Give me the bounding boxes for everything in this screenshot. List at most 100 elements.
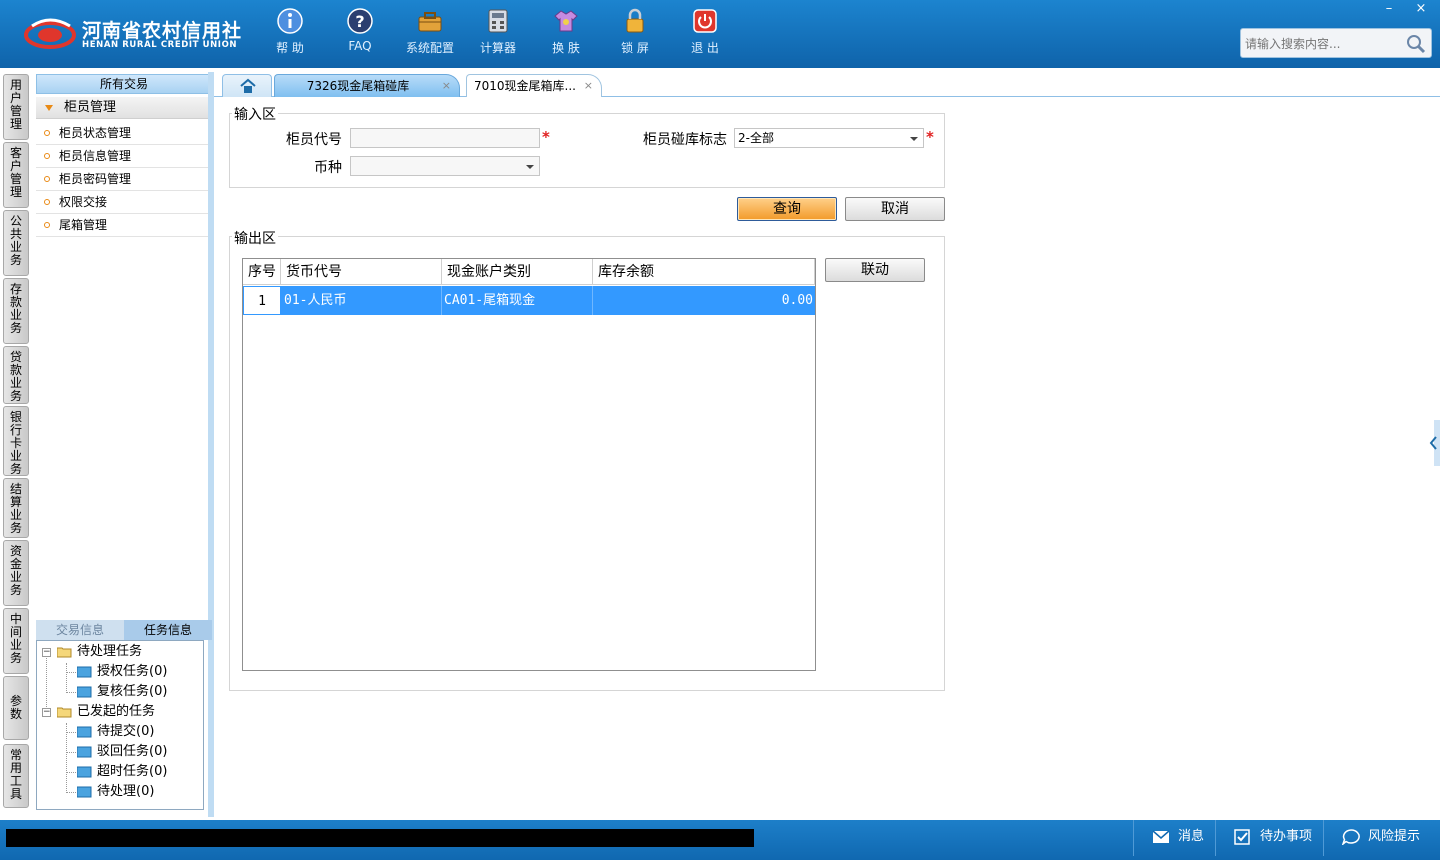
tree-node-to-process[interactable]: 待处理(0) (77, 783, 154, 801)
tree-node-label: 复核任务(0) (97, 684, 168, 699)
exit-button[interactable]: 退 出 (670, 8, 740, 60)
todo-button[interactable]: 待办事项 (1215, 820, 1323, 856)
faq-button[interactable]: ? FAQ (325, 8, 395, 60)
menu-item-label: 柜员状态管理 (59, 126, 132, 140)
change-skin-button[interactable]: 换 肤 (531, 8, 601, 60)
vtab-settlement-business[interactable]: 结算业务 (3, 478, 29, 538)
minimize-button[interactable]: – (1374, 0, 1404, 18)
search-box (1240, 28, 1432, 58)
close-tab-icon[interactable]: × (442, 75, 451, 97)
vtab-deposit-business[interactable]: 存款业务 (3, 278, 29, 344)
calculator-label: 计算器 (479, 41, 516, 55)
chevron-down-icon (521, 157, 539, 175)
close-window-button[interactable]: × (1406, 0, 1436, 18)
vtab-public-business[interactable]: 公共业务 (3, 210, 29, 276)
teller-code-field[interactable] (350, 128, 540, 148)
menu-item-teller-status[interactable]: 柜员状态管理 (36, 122, 212, 145)
menu-item-teller-password[interactable]: 柜员密码管理 (36, 168, 212, 191)
menu-item-teller-info[interactable]: 柜员信息管理 (36, 145, 212, 168)
close-tab-icon[interactable]: × (584, 75, 593, 97)
home-icon (240, 78, 256, 93)
column-header-seq[interactable]: 序号 (243, 259, 281, 285)
teller-management-group[interactable]: 柜员管理 (36, 97, 212, 119)
tree-line (66, 723, 67, 793)
menu-item-permission-handover[interactable]: 权限交接 (36, 191, 212, 214)
top-bar: 河南省农村信用社 HENAN RURAL CREDIT UNION 帮 助 ? … (0, 0, 1440, 68)
risk-alert-button[interactable]: 风险提示 (1323, 820, 1440, 856)
question-icon: ? (347, 8, 373, 34)
column-header-inventory-balance[interactable]: 库存余额 (593, 259, 815, 285)
tree-node-review-tasks[interactable]: 复核任务(0) (77, 683, 167, 701)
task-tree: − 待处理任务 授权任务(0) 复核任务(0) − 已发起的任务 待提交(0) … (36, 640, 204, 810)
vtab-parameters[interactable]: 参数 (3, 676, 29, 740)
main-content: 7326现金尾箱碰库 × 7010现金尾箱库... × 输入区 柜员代号 * 币… (214, 68, 1440, 820)
vtab-bank-card-business[interactable]: 银行卡业务 (3, 406, 29, 476)
open-folder-icon (57, 647, 72, 657)
system-config-button[interactable]: 系统配置 (395, 8, 465, 60)
query-button[interactable]: 查询 (737, 197, 837, 221)
cell-seq: 1 (243, 286, 281, 315)
currency-select[interactable] (350, 156, 540, 176)
tree-node-timeout-tasks[interactable]: 超时任务(0) (77, 763, 167, 781)
teller-check-flag-select[interactable]: 2-全部 (734, 128, 924, 148)
open-folder-icon (57, 707, 72, 717)
help-button[interactable]: 帮 助 (255, 8, 325, 60)
vtab-common-tools[interactable]: 常用工具 (3, 744, 29, 808)
tab-cash-box-library[interactable]: 7010现金尾箱库... × (466, 74, 602, 97)
tree-node-to-submit[interactable]: 待提交(0) (77, 723, 154, 741)
collapse-toggle[interactable]: − (42, 708, 51, 717)
tree-node-label: 超时任务(0) (97, 764, 168, 779)
vtab-label: 存款业务 (9, 282, 22, 335)
status-bar: 消息 待办事项 风险提示 (0, 820, 1440, 860)
todo-label: 待办事项 (1260, 829, 1313, 844)
logo-english-name: HENAN RURAL CREDIT UNION (82, 40, 238, 50)
vtab-intermediary-business[interactable]: 中间业务 (3, 608, 29, 674)
cancel-button[interactable]: 取消 (845, 197, 945, 221)
link-button[interactable]: 联动 (825, 258, 925, 282)
menu-item-cash-box-management[interactable]: 尾箱管理 (36, 214, 212, 237)
vtab-loan-business[interactable]: 贷款业务 (3, 346, 29, 404)
table-row[interactable]: 1 01-人民币 CA01-尾箱现金 0.00 (243, 286, 815, 315)
vtab-user-management[interactable]: 用户管理 (3, 74, 29, 140)
vtab-label: 客户管理 (9, 146, 22, 199)
column-header-currency-code[interactable]: 货币代号 (281, 259, 442, 285)
menu-item-label: 柜员密码管理 (59, 172, 132, 186)
tree-node-authorization-tasks[interactable]: 授权任务(0) (77, 663, 167, 681)
messages-label: 消息 (1178, 829, 1205, 844)
logo-icon (24, 18, 76, 49)
output-area-legend: 输出区 (232, 228, 278, 248)
bullet-icon (44, 153, 50, 159)
tree-node-pending-tasks[interactable]: 待处理任务 (57, 643, 142, 661)
search-input[interactable] (1245, 34, 1405, 54)
tab-cash-box-check[interactable]: 7326现金尾箱碰库 × (274, 74, 460, 97)
vtab-customer-management[interactable]: 客户管理 (3, 142, 29, 208)
folder-icon (77, 746, 92, 757)
svg-text:?: ? (355, 12, 364, 31)
lock-screen-button[interactable]: 锁 屏 (600, 8, 670, 60)
tab-home[interactable] (222, 74, 272, 97)
vtab-label: 常用工具 (9, 748, 22, 801)
result-table: 序号 货币代号 现金账户类别 库存余额 1 01-人民币 CA01-尾箱现金 0… (242, 258, 816, 671)
expand-arrow-icon (45, 105, 53, 111)
tree-node-rejected-tasks[interactable]: 驳回任务(0) (77, 743, 167, 761)
messages-button[interactable]: 消息 (1133, 820, 1215, 856)
required-mark: * (926, 128, 934, 146)
all-transactions-header[interactable]: 所有交易 (36, 74, 212, 94)
calculator-icon (488, 9, 508, 33)
vtab-fund-business[interactable]: 资金业务 (3, 540, 29, 606)
calculator-button[interactable]: 计算器 (463, 8, 533, 60)
tab-transaction-info[interactable]: 交易信息 (36, 620, 124, 640)
help-label: 帮 助 (276, 41, 304, 55)
collapse-toggle[interactable]: − (42, 648, 51, 657)
chevron-down-icon (905, 129, 923, 147)
expand-panel-handle[interactable] (1426, 420, 1440, 466)
search-icon[interactable] (1405, 33, 1427, 55)
folder-icon (77, 686, 92, 697)
tab-task-info[interactable]: 任务信息 (124, 620, 212, 640)
bullet-icon (44, 222, 50, 228)
tree-node-initiated-tasks[interactable]: 已发起的任务 (57, 703, 155, 721)
column-header-cash-account-type[interactable]: 现金账户类别 (442, 259, 593, 285)
input-area-legend: 输入区 (232, 104, 278, 124)
speech-bubble-icon (1342, 829, 1360, 845)
app-logo: 河南省农村信用社 HENAN RURAL CREDIT UNION (24, 14, 241, 54)
